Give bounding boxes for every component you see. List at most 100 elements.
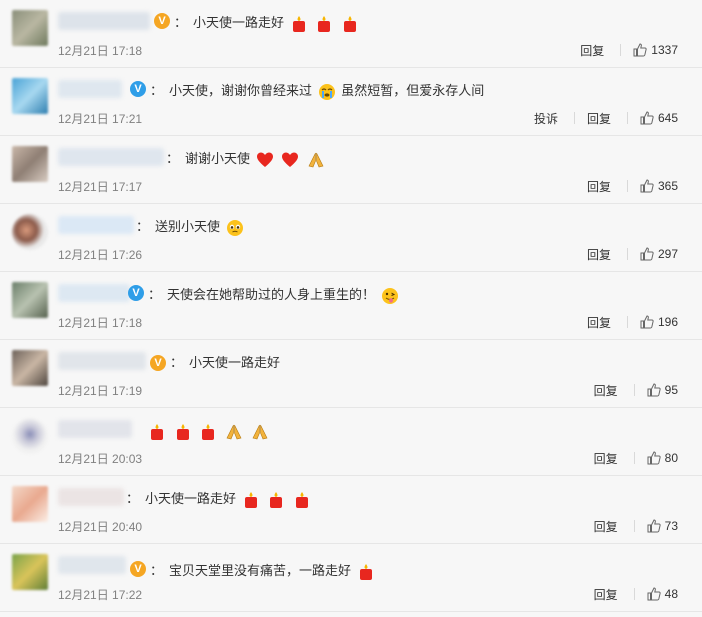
like-count: 365 [657,179,678,193]
candle-icon [244,491,257,508]
verified-badge-icon: V [128,285,144,301]
comment-actions: 回复 297 [587,245,678,263]
timestamp: 12月21日 17:22 [58,588,143,602]
comment-actions: 投诉 回复 645 [534,109,678,127]
thumbs-up-icon [647,451,661,465]
like-count: 80 [664,451,678,465]
comment-item: ： 送别小天使 12月21日 17:26 回复 297 [0,204,702,272]
divider [626,248,628,260]
like-button[interactable]: 73 [647,519,678,533]
thumbs-up-icon [647,383,661,397]
like-button[interactable]: 196 [640,315,678,329]
colon: ： [150,563,164,578]
comment-actions: 回复 1337 [580,41,678,59]
comment-text: ： 宝贝天堂里没有痛苦，一路走好 [150,561,377,581]
reply-button[interactable]: 回复 [594,382,618,399]
like-button[interactable]: 48 [647,587,678,601]
divider [633,452,635,464]
username[interactable] [58,12,150,30]
verified-badge-icon: V [150,355,166,371]
like-count: 196 [657,315,678,329]
comment-body: 宝贝天堂里没有痛苦，一路走好 [169,563,352,578]
candle-icon [343,15,356,32]
like-button[interactable]: 1337 [633,43,678,57]
reply-button[interactable]: 回复 [594,450,618,467]
comment-body: 天使会在她帮助过的人身上重生的！ [167,287,376,302]
divider [626,316,628,328]
comment-text: ： 天使会在她帮助过的人身上重生的！ [148,285,401,305]
like-count: 48 [664,587,678,601]
avatar[interactable] [12,350,48,386]
comment-item: V ： 宝贝天堂里没有痛苦，一路走好 12月21日 17:22 回复 48 [0,544,702,612]
username[interactable] [58,556,126,574]
thumbs-up-icon [640,315,654,329]
heart-icon [256,152,273,167]
candle-icon [359,563,372,580]
comment-text: ： 小天使一路走好 [170,353,280,373]
like-button[interactable]: 365 [640,179,678,193]
comment-text [146,421,271,441]
username[interactable] [58,420,132,438]
username[interactable] [58,80,122,98]
colon: ： [166,151,180,166]
divider [573,112,575,124]
timestamp: 12月21日 20:03 [58,452,143,466]
username[interactable] [58,352,146,370]
avatar[interactable] [12,554,48,590]
verified-badge-icon: V [154,13,170,29]
reply-button[interactable]: 回复 [594,518,618,535]
username[interactable] [58,284,130,302]
like-button[interactable]: 95 [647,383,678,397]
comment-item: V ： 小天使一路走好 12月21日 17:19 回复 95 [0,340,702,408]
candle-icon [318,15,331,32]
reply-button[interactable]: 回复 [587,178,611,195]
report-button[interactable]: 投诉 [534,110,558,127]
comment-item: V ： 天使会在她帮助过的人身上重生的！ 12月21日 17:18 回复 196 [0,272,702,340]
like-button[interactable]: 645 [640,111,678,125]
candle-icon [292,15,305,32]
avatar[interactable] [12,146,48,182]
comment-body: 送别小天使 [155,219,221,234]
like-count: 95 [664,383,678,397]
avatar[interactable] [12,10,48,46]
thumbs-up-icon [640,247,654,261]
username[interactable] [58,488,124,506]
avatar[interactable] [12,214,48,250]
comment-body: 小天使一路走好 [145,491,237,506]
like-button[interactable]: 80 [647,451,678,465]
praying-hands-icon [252,424,267,439]
comment-item: 12月21日 20:03 回复 80 [0,408,702,476]
comment-text: ： 送别小天使 [136,217,246,237]
reply-button[interactable]: 回复 [580,42,604,59]
pleading-face-icon [226,219,243,236]
avatar[interactable] [12,418,48,454]
reply-button[interactable]: 回复 [594,586,618,603]
timestamp: 12月21日 17:19 [58,384,143,398]
tongue-face-icon [381,287,398,304]
comment-item: ： 谢谢小天使 12月21日 17:17 回复 365 [0,136,702,204]
thumbs-up-icon [647,587,661,601]
reply-button[interactable]: 回复 [587,246,611,263]
heart-icon [282,152,299,167]
username[interactable] [58,216,134,234]
comment-actions: 回复 365 [587,177,678,195]
timestamp: 12月21日 17:17 [58,180,143,194]
thumbs-up-icon [633,43,647,57]
thumbs-up-icon [640,179,654,193]
like-button[interactable]: 297 [640,247,678,261]
avatar[interactable] [12,282,48,318]
divider [633,520,635,532]
reply-button[interactable]: 回复 [587,110,611,127]
comment-actions: 回复 196 [587,313,678,331]
avatar[interactable] [12,78,48,114]
avatar[interactable] [12,486,48,522]
username[interactable] [58,148,164,166]
colon: ： [170,355,184,370]
divider [626,180,628,192]
divider [633,384,635,396]
candle-icon [151,423,163,440]
candle-icon [295,491,308,508]
comment-item: V ：小天使，谢谢你曾经来过 虽然短暂，但爱永存人间 12月21日 17:21 … [0,68,702,136]
colon: ： [150,83,164,98]
reply-button[interactable]: 回复 [587,314,611,331]
